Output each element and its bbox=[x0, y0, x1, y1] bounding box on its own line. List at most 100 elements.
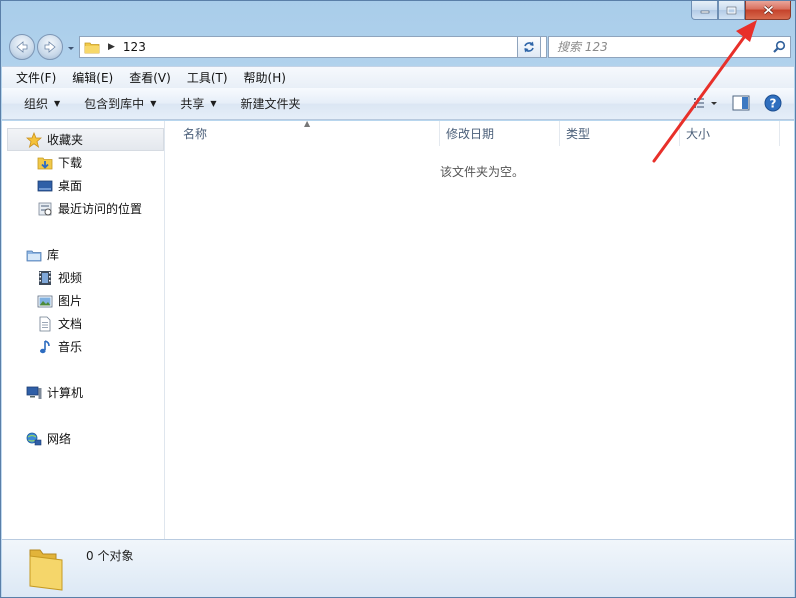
menu-tools[interactable]: 工具(T) bbox=[179, 69, 236, 86]
minimize-button[interactable] bbox=[691, 1, 718, 20]
minimize-icon bbox=[700, 10, 709, 14]
file-list[interactable]: ▲ 名称 修改日期 类型 大小 该文件夹为空。 bbox=[166, 119, 794, 539]
menu-edit[interactable]: 编辑(E) bbox=[64, 69, 121, 86]
main-area: 收藏夹 下载 桌面 最近访问的位置 库 视频 图片 文档 音乐 计算机 网络 ▲… bbox=[2, 119, 794, 539]
desktop-icon bbox=[37, 178, 53, 194]
sidebar-item-label: 网络 bbox=[47, 432, 72, 446]
sidebar-item-libraries[interactable]: 库 bbox=[2, 243, 164, 266]
sidebar-item-pictures[interactable]: 图片 bbox=[2, 289, 164, 312]
include-in-library-label: 包含到库中 bbox=[84, 97, 145, 111]
command-bar: 组织 ▼ 包含到库中 ▼ 共享 ▼ 新建文件夹 ? bbox=[2, 88, 794, 120]
share-button[interactable]: 共享 ▼ bbox=[168, 88, 228, 119]
search-icon[interactable] bbox=[772, 40, 786, 54]
chevron-down-icon: ▼ bbox=[54, 99, 61, 108]
column-label: 名称 bbox=[183, 127, 208, 141]
column-header-name[interactable]: ▲ 名称 bbox=[166, 119, 440, 146]
sidebar-item-label: 收藏夹 bbox=[47, 133, 84, 147]
sidebar-item-label: 音乐 bbox=[58, 340, 83, 354]
menu-file[interactable]: 文件(F) bbox=[8, 69, 64, 86]
sidebar-item-network[interactable]: 网络 bbox=[2, 427, 164, 450]
maximize-button[interactable] bbox=[718, 1, 745, 20]
sidebar-item-desktop[interactable]: 桌面 bbox=[2, 174, 164, 197]
sidebar-item-label: 下载 bbox=[58, 156, 83, 170]
address-bar[interactable]: ▶ 123 bbox=[79, 36, 547, 58]
arrow-left-icon bbox=[16, 41, 28, 53]
search-box[interactable] bbox=[548, 36, 791, 58]
sidebar-item-label: 视频 bbox=[58, 271, 83, 285]
breadcrumb-current[interactable]: 123 bbox=[123, 40, 146, 54]
refresh-button[interactable] bbox=[517, 36, 541, 58]
chevron-down-icon: ▼ bbox=[150, 99, 157, 108]
recent-places-icon bbox=[37, 201, 53, 217]
back-button[interactable] bbox=[9, 34, 35, 60]
sidebar-item-label: 桌面 bbox=[58, 179, 83, 193]
column-header-type[interactable]: 类型 bbox=[560, 121, 680, 146]
refresh-icon bbox=[524, 41, 534, 53]
details-pane: 0 个对象 bbox=[2, 539, 794, 597]
menu-bar: 文件(F) 编辑(E) 查看(V) 工具(T) 帮助(H) bbox=[2, 66, 794, 88]
computer-icon bbox=[26, 385, 42, 401]
folder-icon bbox=[29, 549, 63, 591]
view-options-icon[interactable] bbox=[692, 95, 718, 111]
maximize-icon bbox=[726, 6, 737, 14]
empty-folder-message: 该文件夹为空。 bbox=[439, 165, 524, 179]
explorer-window: ▶ 123 文件(F) 编辑(E) 查看(V) 工具(T) 帮助(H) 组织 ▼… bbox=[0, 0, 796, 598]
folder-icon bbox=[84, 42, 100, 54]
share-label: 共享 bbox=[180, 97, 205, 111]
video-icon bbox=[37, 270, 53, 286]
downloads-folder-icon bbox=[37, 155, 53, 171]
help-icon[interactable]: ? bbox=[764, 94, 782, 112]
close-icon bbox=[763, 5, 773, 15]
favorites-group: 收藏夹 下载 桌面 最近访问的位置 bbox=[2, 128, 164, 220]
svg-text:?: ? bbox=[770, 97, 777, 111]
network-group: 网络 bbox=[2, 427, 164, 450]
sidebar-item-label: 文档 bbox=[58, 317, 83, 331]
column-headers: ▲ 名称 修改日期 类型 大小 bbox=[166, 119, 794, 146]
breadcrumb-separator-icon[interactable]: ▶ bbox=[108, 42, 115, 52]
column-label: 类型 bbox=[566, 127, 591, 141]
sidebar-item-downloads[interactable]: 下载 bbox=[2, 151, 164, 174]
menu-view[interactable]: 查看(V) bbox=[121, 69, 179, 86]
computer-group: 计算机 bbox=[2, 381, 164, 404]
sidebar-item-computer[interactable]: 计算机 bbox=[2, 381, 164, 404]
navigation-bar: ▶ 123 bbox=[7, 34, 791, 60]
libraries-group: 库 视频 图片 文档 音乐 bbox=[2, 243, 164, 358]
close-button[interactable] bbox=[745, 1, 791, 20]
sidebar-item-videos[interactable]: 视频 bbox=[2, 266, 164, 289]
column-label: 修改日期 bbox=[446, 127, 495, 141]
preview-pane-icon[interactable] bbox=[732, 95, 750, 111]
column-label: 大小 bbox=[686, 127, 711, 141]
search-input[interactable] bbox=[557, 40, 757, 54]
chevron-down-icon: ▼ bbox=[210, 99, 217, 108]
recent-pages-dropdown-icon[interactable] bbox=[66, 43, 76, 53]
new-folder-label: 新建文件夹 bbox=[240, 97, 301, 111]
new-folder-button[interactable]: 新建文件夹 bbox=[229, 88, 313, 119]
sidebar-item-label: 计算机 bbox=[47, 386, 84, 400]
arrow-right-icon bbox=[44, 41, 56, 53]
forward-button[interactable] bbox=[37, 34, 63, 60]
network-icon bbox=[26, 431, 42, 447]
include-in-library-button[interactable]: 包含到库中 ▼ bbox=[72, 88, 168, 119]
sidebar-item-favorites[interactable]: 收藏夹 bbox=[7, 128, 164, 151]
sidebar-item-music[interactable]: 音乐 bbox=[2, 335, 164, 358]
library-icon bbox=[26, 247, 42, 263]
organize-label: 组织 bbox=[24, 97, 49, 111]
sidebar-item-label: 图片 bbox=[58, 294, 83, 308]
column-header-date-modified[interactable]: 修改日期 bbox=[440, 121, 560, 146]
navigation-pane: 收藏夹 下载 桌面 最近访问的位置 库 视频 图片 文档 音乐 计算机 网络 bbox=[2, 121, 165, 539]
menu-help[interactable]: 帮助(H) bbox=[236, 69, 294, 86]
sidebar-item-documents[interactable]: 文档 bbox=[2, 312, 164, 335]
sidebar-item-label: 最近访问的位置 bbox=[58, 202, 143, 216]
caption-buttons bbox=[691, 1, 791, 21]
column-header-size[interactable]: 大小 bbox=[680, 121, 780, 146]
music-note-icon bbox=[37, 339, 53, 355]
document-icon bbox=[37, 316, 53, 332]
organize-button[interactable]: 组织 ▼ bbox=[12, 88, 72, 119]
sidebar-item-label: 库 bbox=[47, 248, 60, 262]
sort-ascending-icon: ▲ bbox=[304, 119, 311, 128]
sidebar-item-recent-places[interactable]: 最近访问的位置 bbox=[2, 197, 164, 220]
star-icon bbox=[26, 131, 42, 148]
item-count: 0 个对象 bbox=[86, 549, 134, 563]
pictures-icon bbox=[37, 293, 53, 309]
view-controls: ? bbox=[692, 94, 782, 112]
